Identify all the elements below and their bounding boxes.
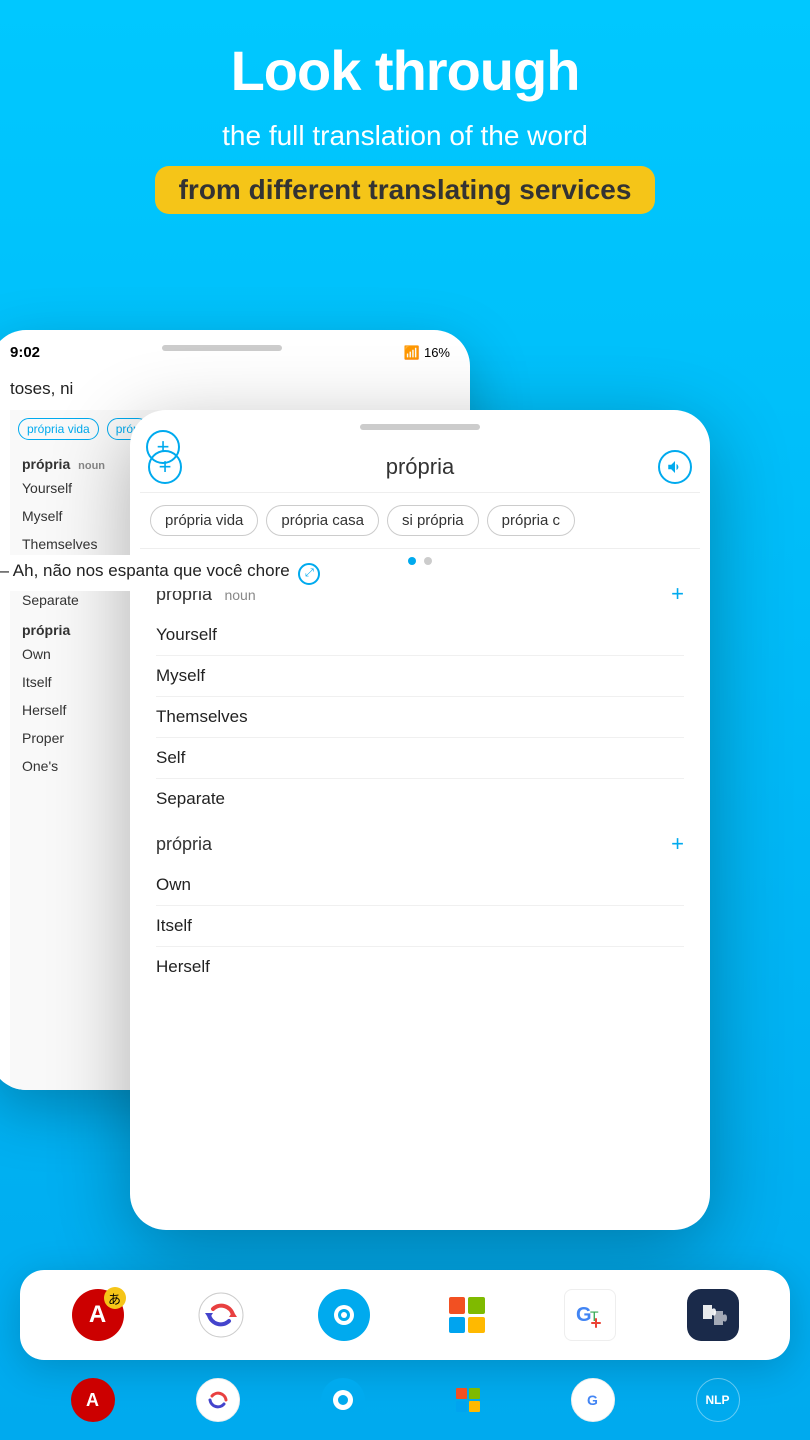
sub-deepl[interactable] (321, 1378, 365, 1422)
signal-icon: 📶 (404, 345, 420, 361)
tag-si-propria[interactable]: si própria (387, 505, 479, 536)
deepl-icon[interactable] (318, 1289, 370, 1341)
trans-themselves: Themselves (156, 697, 684, 738)
section-2-word: própria (156, 834, 212, 854)
chat-line-1: toses, ni (10, 375, 450, 402)
section-2-plus[interactable]: + (671, 831, 684, 857)
phone-notch (162, 345, 282, 351)
sub-bottom-bar: A G NLP (0, 1360, 810, 1440)
microsoft-icon[interactable] (441, 1289, 493, 1341)
dict-panel: + própria própria vida própria casa si p… (140, 440, 700, 987)
reverso-icon[interactable] (195, 1289, 247, 1341)
header-highlight: from different translating services (155, 166, 656, 214)
sub-google[interactable]: G (571, 1378, 615, 1422)
trans-own: Own (156, 865, 684, 906)
dict-word: própria (386, 454, 454, 480)
puzzle-icon[interactable] (687, 1289, 739, 1341)
tag-propria-c[interactable]: própria c (487, 505, 575, 536)
trans-yourself: Yourself (156, 615, 684, 656)
status-icons: 📶 16% (404, 345, 450, 361)
word-tag-1[interactable]: própria vida (18, 418, 99, 440)
dict-sound-button[interactable] (658, 450, 692, 484)
trans-herself: Herself (156, 947, 684, 987)
dict-section-1: própria noun + Yourself Myself Themselve… (140, 569, 700, 819)
tag-propria-vida[interactable]: própria vida (150, 505, 258, 536)
front-add-btn-top[interactable]: + (146, 430, 180, 464)
bottom-app-bar: A あ (20, 1270, 790, 1360)
translate-btn-overlay[interactable]: ⤢ (298, 563, 320, 585)
section-1-plus[interactable]: + (671, 581, 684, 607)
dict-section-2-header: própria + (156, 819, 684, 865)
dot-2 (424, 557, 432, 565)
sub-microsoft[interactable] (446, 1378, 490, 1422)
battery-icon: 16% (424, 345, 450, 360)
overlay-chat-line: — Ah, não nos espanta que você chore ⤢ (0, 555, 332, 591)
trans-self: Self (156, 738, 684, 779)
google-translate-icon[interactable]: G T (564, 1289, 616, 1341)
sub-reverso[interactable] (196, 1378, 240, 1422)
dot-1 (408, 557, 416, 565)
page-title: Look through (40, 40, 770, 102)
trans-itself: Itself (156, 906, 684, 947)
front-notch (360, 424, 480, 430)
anki-icon[interactable]: A あ (72, 1289, 124, 1341)
page-subtitle: the full translation of the word (40, 118, 770, 154)
svg-text:T: T (590, 1308, 599, 1324)
trans-myself: Myself (156, 656, 684, 697)
phone-front: + + própria própria vida própria casa si… (130, 410, 710, 1230)
dict-tags-row: própria vida própria casa si própria pró… (140, 493, 700, 549)
tag-propria-casa[interactable]: própria casa (266, 505, 379, 536)
status-time: 9:02 (10, 344, 40, 361)
dict-section-2: própria + Own Itself Herself (140, 819, 700, 987)
sub-anki[interactable]: A (71, 1378, 115, 1422)
sub-puzzle[interactable]: NLP (696, 1378, 740, 1422)
trans-separate: Separate (156, 779, 684, 819)
header-section: Look through the full translation of the… (0, 40, 810, 214)
